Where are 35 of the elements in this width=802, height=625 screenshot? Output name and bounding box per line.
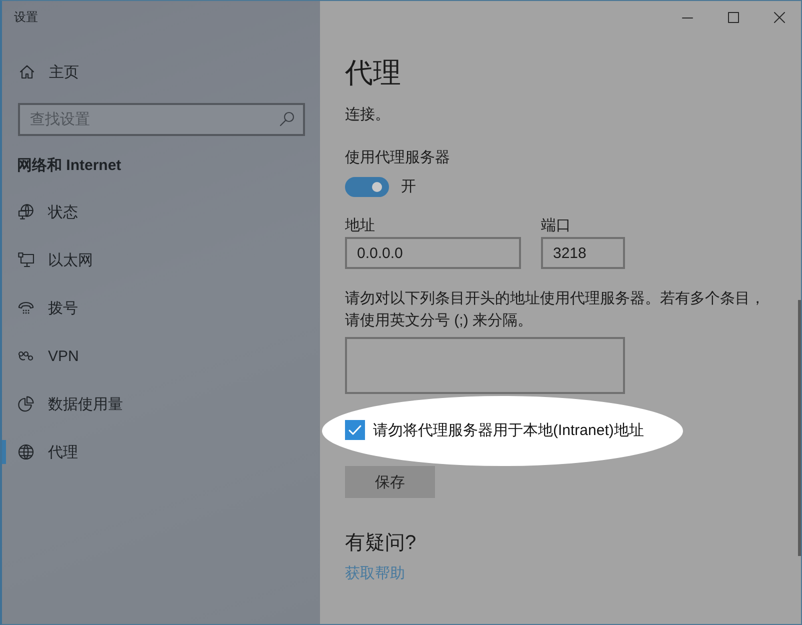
window-title: 设置 — [14, 9, 38, 25]
nav-item[interactable]: 数据使用量 — [2, 380, 320, 428]
intro-text: 连接。 — [345, 105, 390, 125]
globe-monitor-icon — [18, 204, 34, 220]
field-label: 端口 — [541, 216, 571, 236]
scrollbar-thumb[interactable] — [798, 300, 801, 556]
setting-label: 使用代理服务器 — [345, 148, 450, 168]
help-heading: 有疑问? — [345, 531, 416, 556]
port-field[interactable]: 3218 — [541, 237, 625, 269]
globe-icon — [18, 444, 34, 460]
save-button[interactable]: 保存 — [345, 466, 435, 498]
maximize-icon — [728, 12, 738, 22]
pie-chart-icon — [18, 396, 34, 412]
page-title: 代理 — [345, 56, 401, 90]
toggle-state-label: 开 — [401, 177, 416, 197]
section-heading: 网络和 Internet — [17, 156, 122, 176]
toggle-switch[interactable] — [345, 177, 389, 197]
exceptions-description: 请勿对以下列条目开头的地址使用代理服务器。若有多个条目，请使用英文分号 (;) 来分隔。 — [345, 289, 766, 331]
checkbox-label: 请勿将代理服务器用于本地(Intranet)地址 — [373, 420, 644, 440]
nav-item[interactable]: 代理 — [2, 428, 320, 476]
nav-item[interactable]: 以太网 — [2, 236, 320, 284]
phone-icon — [18, 300, 34, 316]
nav-item[interactable]: 状态 — [2, 188, 320, 236]
exceptions-field[interactable] — [345, 337, 625, 394]
nav-item[interactable]: VPN — [2, 332, 320, 380]
checkmark-icon — [348, 423, 362, 437]
monitor-icon — [18, 252, 34, 268]
close-icon — [774, 12, 784, 22]
search-icon — [279, 111, 295, 127]
home-nav-item[interactable]: 主页 — [19, 60, 79, 84]
home-icon — [19, 64, 35, 80]
address-field[interactable]: 0.0.0.0 — [345, 237, 521, 269]
field-label: 地址 — [345, 216, 375, 236]
nav-item[interactable]: 拨号 — [2, 284, 320, 332]
checkbox[interactable] — [345, 420, 365, 440]
